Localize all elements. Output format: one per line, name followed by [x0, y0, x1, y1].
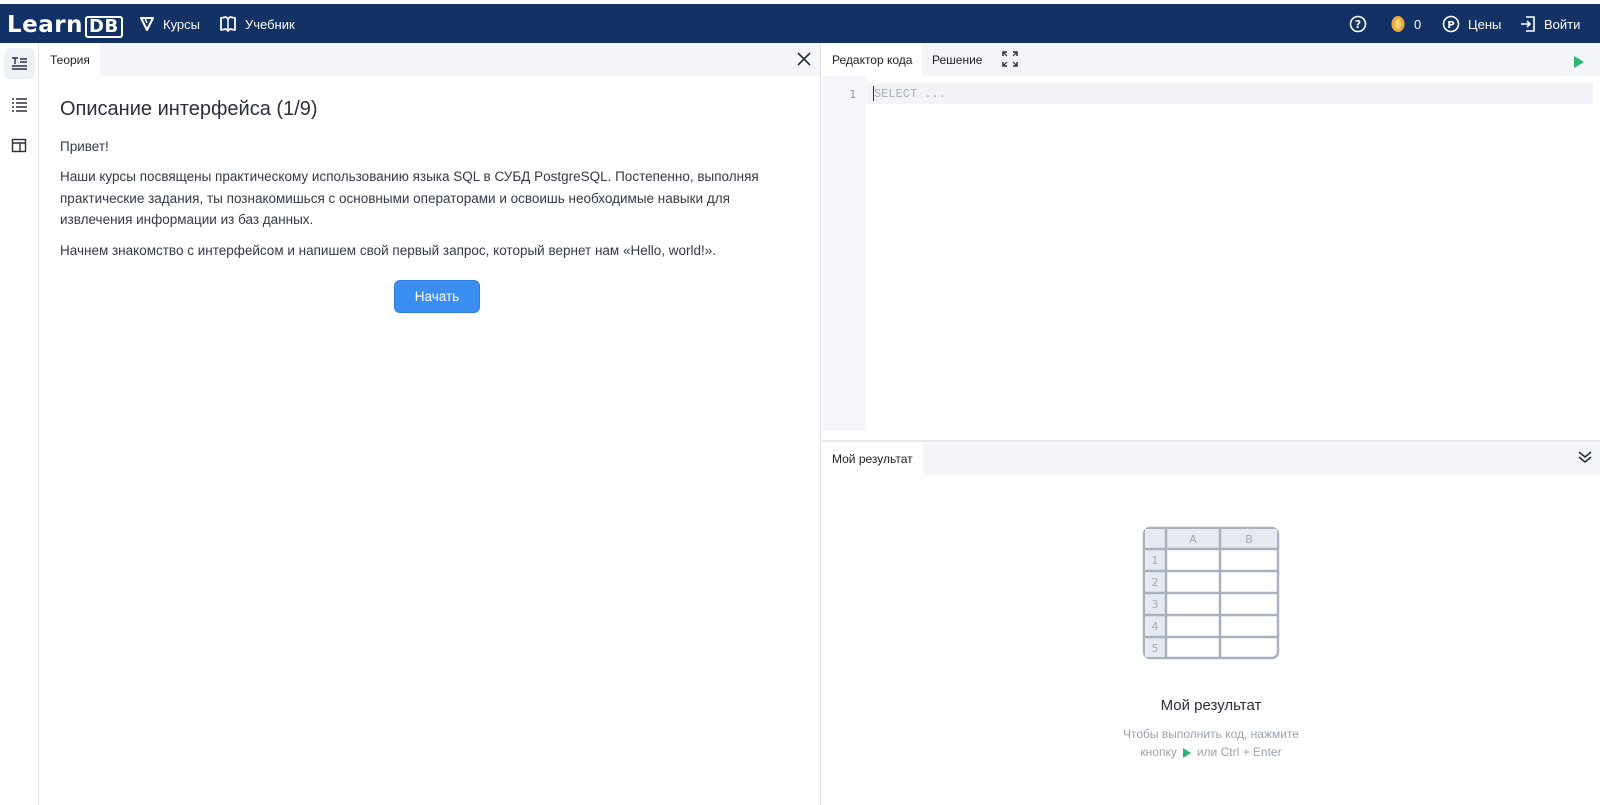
help-button[interactable]: ? — [1349, 13, 1367, 35]
greeting-text: Привет! — [60, 139, 109, 154]
schema-icon — [11, 138, 27, 152]
tab-solution[interactable]: Решение — [922, 43, 992, 76]
result-tabstrip: Мой результат — [822, 442, 1600, 475]
result-empty-hint: Чтобы выполнить код, нажмите кнопку или C… — [822, 725, 1600, 761]
hint-line-2-post: или Ctrl + Enter — [1196, 745, 1282, 759]
start-button[interactable]: Начать — [394, 280, 480, 313]
editor-tabstrip: Редактор кода Решение — [822, 43, 1600, 76]
contents-toggle[interactable] — [4, 89, 35, 120]
fullscreen-icon — [1002, 51, 1018, 67]
hint-line-1: Чтобы выполнить код, нажмите — [1123, 727, 1299, 741]
intro-paragraph: Наши курсы посвящены практическому испол… — [60, 169, 759, 227]
list-icon — [12, 97, 27, 112]
illustration-row-4: 4 — [1152, 620, 1159, 633]
coins-count: 0 — [1414, 16, 1422, 32]
start-paragraph: Начнем знакомство с интерфейсом и напише… — [60, 243, 716, 258]
book-icon — [220, 16, 236, 32]
text-cursor — [873, 86, 874, 101]
nav-courses-label: Курсы — [163, 16, 201, 32]
hint-line-2-pre: кнопку — [1140, 745, 1177, 759]
line-number: 1 — [849, 88, 856, 101]
logo[interactable]: Learn DB — [7, 12, 123, 38]
illustration-row-1: 1 — [1152, 554, 1159, 567]
close-icon — [797, 52, 811, 66]
fullscreen-button[interactable] — [1002, 51, 1018, 72]
illustration-row-2: 2 — [1152, 576, 1159, 589]
tab-theory[interactable]: Теория — [40, 43, 100, 76]
ruble-icon: P — [1442, 15, 1460, 33]
nav-courses[interactable]: Курсы — [139, 13, 200, 35]
top-navbar: Learn DB Курсы Учебник ? 0 P Цены Войти — [0, 4, 1600, 43]
result-panel: Мой результат A B 1 2 3 4 5 Мой результа… — [822, 440, 1600, 805]
theory-toggle[interactable] — [4, 48, 35, 79]
login-button[interactable]: Войти — [1520, 13, 1580, 35]
illustration-col-a: A — [1189, 533, 1197, 546]
play-icon — [1574, 56, 1584, 68]
code-editor-panel: Редактор кода Решение 1 SELECT ... — [822, 43, 1600, 441]
svg-text:?: ? — [1355, 18, 1361, 31]
theory-icon — [12, 56, 27, 70]
prices-link[interactable]: P Цены — [1442, 13, 1501, 35]
illustration-row-3: 3 — [1152, 598, 1159, 611]
run-button[interactable] — [1574, 55, 1584, 73]
chevrons-down-icon — [1578, 451, 1592, 464]
empty-table-illustration: A B 1 2 3 4 5 — [1142, 526, 1280, 660]
prices-label: Цены — [1468, 16, 1502, 32]
play-icon — [1182, 747, 1191, 758]
coin-icon — [1391, 16, 1405, 32]
hint-line-2: кнопку или Ctrl + Enter — [822, 743, 1600, 761]
tab-my-result[interactable]: Мой результат — [822, 442, 923, 475]
svg-text:P: P — [1447, 20, 1454, 31]
coins-indicator[interactable]: 0 — [1390, 13, 1421, 35]
illustration-row-5: 5 — [1152, 642, 1159, 655]
code-placeholder: SELECT ... — [874, 87, 947, 101]
login-icon — [1521, 16, 1535, 32]
code-input[interactable] — [867, 83, 1593, 104]
close-panel-button[interactable] — [794, 49, 814, 69]
login-label: Войти — [1544, 16, 1581, 32]
illustration-col-b: B — [1245, 533, 1253, 546]
courses-icon — [140, 17, 154, 31]
result-empty-title: Мой результат — [1160, 697, 1262, 714]
lesson-title: Описание интерфейса (1/9) — [60, 98, 318, 120]
left-rail — [0, 43, 39, 805]
collapse-button[interactable] — [1578, 450, 1592, 469]
help-icon: ? — [1349, 15, 1367, 33]
schema-toggle[interactable] — [4, 130, 35, 161]
theory-tabstrip: Теория — [40, 43, 820, 76]
tab-code-editor[interactable]: Редактор кода — [822, 43, 923, 76]
nav-tutorial-label: Учебник — [245, 16, 295, 32]
nav-tutorial[interactable]: Учебник — [219, 13, 295, 35]
theory-panel: Теория Описание интерфейса (1/9) Привет!… — [40, 43, 821, 805]
line-gutter — [822, 76, 866, 431]
